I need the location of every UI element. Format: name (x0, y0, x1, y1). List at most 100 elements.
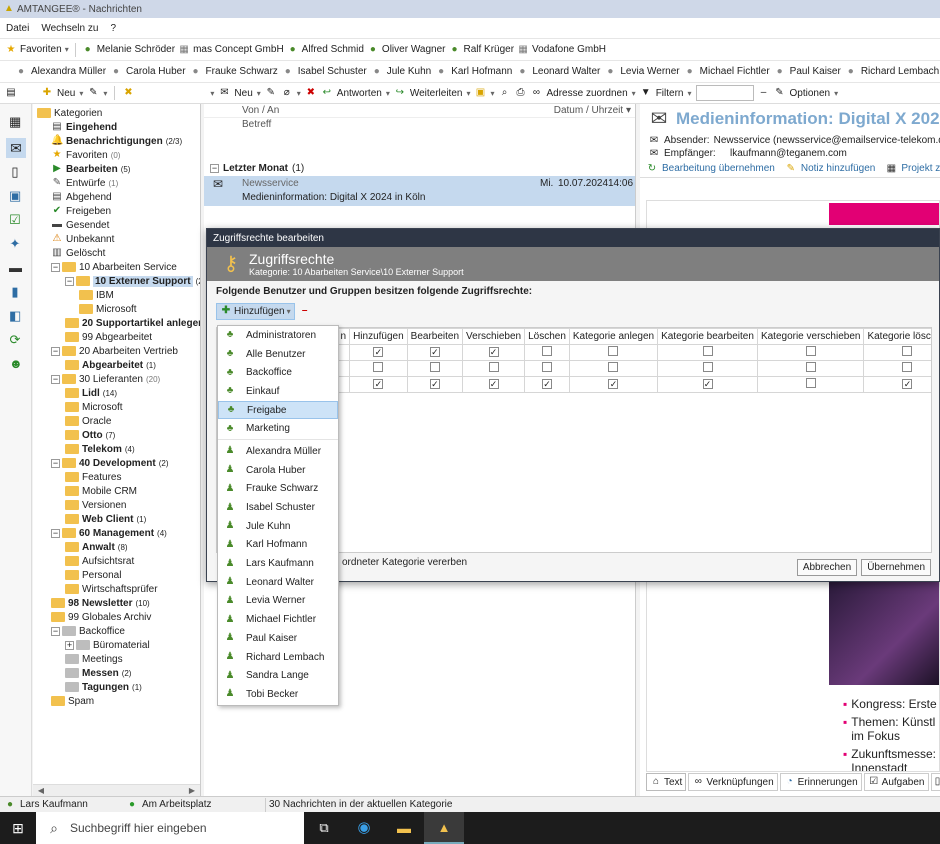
favorites-dropdown[interactable]: Favoriten (20, 44, 62, 55)
menu-wechseln[interactable]: Wechseln zu (41, 23, 98, 34)
dropdown-user-item[interactable]: ♟ Sandra Lange (218, 666, 338, 685)
recipient-value[interactable]: lkaufmann@teganem.com (730, 148, 847, 159)
permission-checkbox[interactable] (902, 346, 913, 356)
tree-item[interactable]: 20 Supportartikel anlegen( (33, 316, 200, 330)
briefcase-icon[interactable]: ▬ (9, 261, 22, 274)
chevron-down-icon[interactable]: ▾ (386, 89, 390, 98)
dropdown-user-item[interactable]: ♟ Frauke Schwarz (218, 480, 338, 499)
contact-7[interactable]: Levia Werner (620, 66, 679, 77)
tree-item[interactable]: 99 Globales Archiv (33, 610, 200, 624)
book-icon[interactable]: ◧ (9, 309, 21, 322)
perm-col-header[interactable]: Kategorie löschen (863, 328, 931, 345)
perm-col-header[interactable]: Kategorie anlegen (568, 328, 659, 345)
contact-2[interactable]: Frauke Schwarz (206, 66, 278, 77)
print-icon[interactable]: ⎙ (515, 87, 527, 99)
tree-item[interactable]: − 30 Lieferanten (20) (33, 372, 200, 386)
chevron-down-icon[interactable]: ▾ (834, 89, 838, 98)
collapse-icon[interactable]: − (65, 276, 74, 286)
permission-checkbox[interactable]: ✓ (373, 379, 384, 389)
permission-checkbox[interactable]: ✓ (702, 379, 713, 389)
dropdown-user-item[interactable]: ♟ Leonard Walter (218, 573, 338, 592)
new-left-button[interactable]: Neu (57, 88, 75, 99)
collapse-icon[interactable]: − (51, 262, 60, 272)
tree-item[interactable]: + Büromaterial (33, 638, 200, 652)
tree-item[interactable]: − 10 Abarbeiten Service (33, 260, 200, 274)
permission-checkbox[interactable]: ✓ (488, 379, 499, 389)
filter-button[interactable]: Filtern (656, 88, 684, 99)
permission-checkbox[interactable]: ✓ (608, 379, 619, 389)
dropdown-user-item[interactable]: ♟ Paul Kaiser (218, 629, 338, 648)
delete-icon[interactable]: ✖ (305, 87, 317, 99)
filter-input[interactable] (695, 85, 754, 101)
fav-2[interactable]: Alfred Schmid (302, 44, 364, 55)
tree-item[interactable]: ▬ Gesendet (33, 218, 200, 232)
scroll-right-icon[interactable]: ▶ (186, 785, 198, 796)
tree-item[interactable]: Spam (33, 694, 200, 708)
add-button[interactable]: ✚ Hinzufügen ▾ (216, 302, 295, 320)
tab-links[interactable]: ∞ Verknüpfungen (688, 773, 778, 791)
chevron-down-icon[interactable]: ▾ (103, 89, 107, 98)
tree-item[interactable]: Oracle (33, 414, 200, 428)
col-date[interactable]: Datum / Uhrzeit ▾ (554, 105, 635, 116)
tree-item[interactable]: Lidl (14) (33, 386, 200, 400)
remove-icon[interactable]: – (299, 305, 311, 317)
contact-9[interactable]: Paul Kaiser (790, 66, 841, 77)
perm-col-header[interactable]: Löschen (524, 328, 570, 345)
chevron-down-icon[interactable]: ▾ (257, 89, 261, 98)
menu-help[interactable]: ? (110, 23, 116, 34)
folder-delete-icon[interactable]: ✖ (122, 87, 134, 99)
fav-1[interactable]: mas Concept GmbH (193, 44, 284, 55)
reply-button[interactable]: Antworten (337, 88, 382, 99)
tree-item[interactable]: ✎ Entwürfe (1) (33, 176, 200, 190)
tab-tasks[interactable]: ☑ Aufgaben (863, 773, 929, 791)
expand-icon[interactable]: + (65, 640, 74, 650)
tree-item[interactable]: Microsoft (33, 302, 200, 316)
permission-checkbox[interactable] (702, 362, 713, 372)
permission-checkbox[interactable] (805, 378, 816, 388)
permission-checkbox[interactable]: ✓ (429, 379, 440, 389)
sender-value[interactable]: Newsservice (newsservice@emailservice-te… (714, 135, 940, 146)
contact-0[interactable]: Alexandra Müller (31, 66, 106, 77)
contact-1[interactable]: Carola Huber (126, 66, 185, 77)
tree-item[interactable]: Microsoft (33, 400, 200, 414)
task-view-icon[interactable]: ⧉ (304, 812, 344, 844)
forward-button[interactable]: Weiterleiten (410, 88, 463, 99)
perm-col-header[interactable]: Bearbeiten (406, 328, 464, 345)
contact-3[interactable]: Isabel Schuster (298, 66, 367, 77)
permission-checkbox[interactable]: ✓ (488, 347, 499, 357)
permission-checkbox[interactable] (541, 346, 552, 356)
dropdown-user-item[interactable]: ♟ Levia Werner (218, 592, 338, 611)
permission-checkbox[interactable] (488, 362, 499, 372)
contact-8[interactable]: Michael Fichtler (700, 66, 770, 77)
calendar-icon[interactable]: ▣ (9, 189, 21, 202)
menu-datei[interactable]: Datei (6, 23, 29, 34)
permission-checkbox[interactable] (429, 362, 440, 372)
permission-checkbox[interactable] (608, 346, 619, 356)
perm-col-header[interactable]: n (337, 328, 351, 345)
chevron-down-icon[interactable]: ▾ (490, 89, 494, 98)
collapse-icon[interactable]: − (51, 458, 60, 468)
permission-checkbox[interactable]: ✓ (902, 379, 913, 389)
dropdown-user-item[interactable]: ♟ Tobi Becker (218, 685, 338, 704)
tree-item[interactable]: − 20 Abarbeiten Vertrieb (33, 344, 200, 358)
minus-icon[interactable]: – (758, 87, 770, 99)
dropdown-group-item[interactable]: ♣ Marketing (218, 419, 338, 438)
tree-item[interactable]: − 60 Management (4) (33, 526, 200, 540)
edit-icon[interactable]: ✎ (87, 87, 99, 99)
tree-item[interactable]: Features (33, 470, 200, 484)
status-place[interactable]: Am Arbeitsplatz (142, 799, 262, 810)
attach-icon[interactable]: ⌀ (281, 87, 293, 99)
fav-4[interactable]: Ralf Krüger (463, 44, 514, 55)
permission-checkbox[interactable] (373, 362, 384, 372)
assign-project-link[interactable]: Projekt zuord (901, 163, 940, 174)
phone-icon[interactable]: ▮ (9, 285, 21, 298)
tab-reminders[interactable]: ◔ Erinnerungen (779, 773, 862, 791)
assign-address-button[interactable]: Adresse zuordnen (547, 88, 628, 99)
collapse-icon[interactable]: − (51, 346, 60, 356)
tree-item[interactable]: Web Client (1) (33, 512, 200, 526)
collapse-icon[interactable]: − (51, 374, 60, 384)
tree-item[interactable]: Mobile CRM (33, 484, 200, 498)
cancel-button[interactable]: Abbrechen (796, 559, 858, 576)
permission-checkbox[interactable]: ✓ (541, 379, 552, 389)
layout-icon[interactable]: ▤ (5, 87, 17, 99)
